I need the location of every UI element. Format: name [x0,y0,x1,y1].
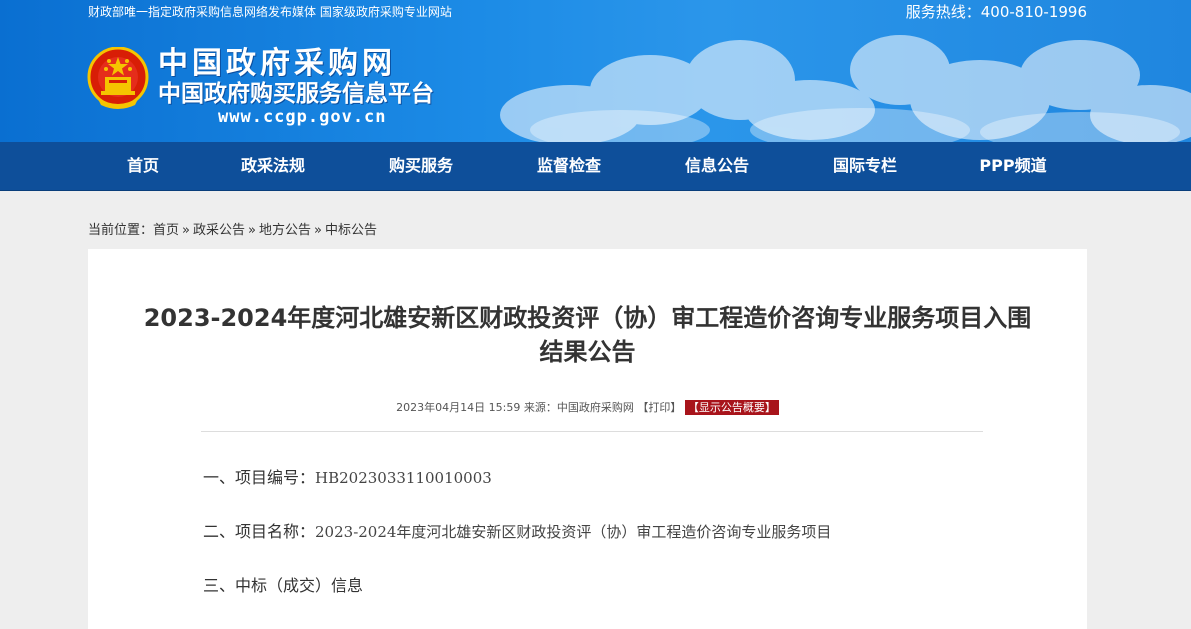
nav-item-purchase-services[interactable]: 购买服务 [376,142,466,190]
section-award-info: 三、中标（成交）信息 [203,572,363,596]
main-nav: 首页 政采法规 购买服务 监督检查 信息公告 国际专栏 PPP频道 [0,142,1191,191]
breadcrumb: 当前位置：首页» 政采公告» 地方公告» 中标公告 [88,219,377,238]
section-project-number: 一、项目编号：HB2023033110010003 [203,464,492,488]
breadcrumb-prefix: 当前位置： [88,223,154,238]
section-value: 2023-2024年度河北雄安新区财政投资评（协）审工程造价咨询专业服务项目 [315,523,832,541]
breadcrumb-award-announcements[interactable]: 中标公告 [325,223,377,238]
cloud-banner-image [500,35,1191,142]
nav-item-international[interactable]: 国际专栏 [820,142,910,190]
national-emblem-icon[interactable] [87,47,149,112]
section-label: 三、中标（成交）信息 [203,576,364,595]
site-url: www.ccgp.gov.cn [218,107,387,127]
section-label: 一、项目编号： [203,468,316,487]
section-value: HB2023033110010003 [315,469,492,487]
site-header: 财政部唯一指定政府采购信息网络发布媒体 国家级政府采购专业网站 服务热线：400… [0,0,1191,142]
breadcrumb-separator: » [314,223,322,238]
breadcrumb-separator: » [182,223,190,238]
nav-item-announcements[interactable]: 信息公告 [672,142,762,190]
article-title: 2023-2024年度河北雄安新区财政投资评（协）审工程造价咨询专业服务项目入围… [88,301,1087,369]
article-meta: 2023年04月14日 15:59 来源：中国政府采购网 【打印】 【显示公告概… [88,399,1087,415]
publish-date: 2023年04月14日 15:59 [396,401,521,414]
site-subtitle: 中国政府购买服务信息平台 [158,81,434,107]
article-title-line2: 结果公告 [539,338,636,366]
show-summary-button[interactable]: 【显示公告概要】 [684,400,779,415]
top-info-bar: 财政部唯一指定政府采购信息网络发布媒体 国家级政府采购专业网站 服务热线：400… [0,0,1191,22]
site-title: 中国政府采购网 [158,46,396,81]
section-label: 二、项目名称： [203,522,316,541]
nav-item-regulations[interactable]: 政采法规 [228,142,318,190]
breadcrumb-procurement-announcements[interactable]: 政采公告 [193,223,245,238]
nav-item-ppp[interactable]: PPP频道 [968,142,1058,190]
breadcrumb-local-announcements[interactable]: 地方公告 [259,223,311,238]
breadcrumb-home[interactable]: 首页 [153,223,179,238]
nav-item-supervision[interactable]: 监督检查 [524,142,614,190]
service-hotline: 服务热线：400-810-1996 [905,3,1087,21]
site-tagline: 财政部唯一指定政府采购信息网络发布媒体 国家级政府采购专业网站 [88,5,452,19]
article-source: 来源：中国政府采购网 [523,401,634,414]
section-project-name: 二、项目名称：2023-2024年度河北雄安新区财政投资评（协）审工程造价咨询专… [203,518,831,542]
nav-item-home[interactable]: 首页 [103,142,183,190]
article-card: 2023-2024年度河北雄安新区财政投资评（协）审工程造价咨询专业服务项目入围… [88,249,1087,629]
print-link[interactable]: 【打印】 [637,401,681,414]
divider [201,431,983,432]
breadcrumb-separator: » [248,223,256,238]
article-title-line1: 2023-2024年度河北雄安新区财政投资评（协）审工程造价咨询专业服务项目入围 [143,304,1032,332]
